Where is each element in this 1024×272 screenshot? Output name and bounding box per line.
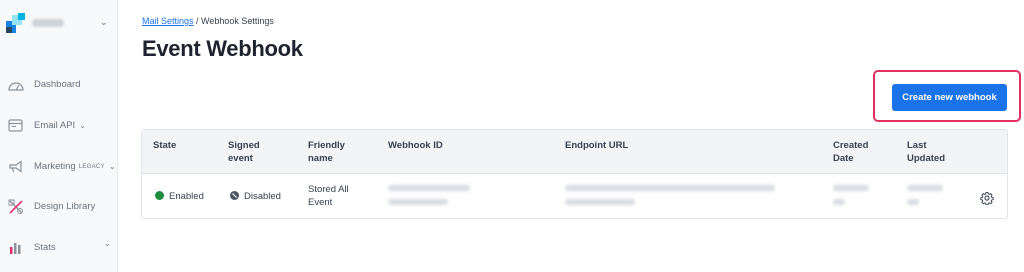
breadcrumb-current: Webhook Settings bbox=[201, 16, 274, 26]
account-name-redacted bbox=[32, 19, 64, 27]
design-library-icon bbox=[7, 198, 24, 215]
gauge-icon bbox=[7, 76, 24, 93]
column-header-signed-event: Signed event bbox=[228, 140, 260, 164]
chevron-down-icon: ⌄ bbox=[79, 121, 86, 130]
sidebar-item-email-api[interactable]: Email API ⌄ bbox=[7, 117, 86, 134]
breadcrumb-separator: / bbox=[193, 16, 202, 26]
sidebar-item-label: Marketing bbox=[34, 161, 76, 172]
webhook-table: State Signed event Friendly name Webhook… bbox=[141, 129, 1008, 219]
sidebar-item-dashboard[interactable]: Dashboard bbox=[7, 76, 80, 93]
page-title: Event Webhook bbox=[142, 36, 303, 61]
breadcrumb: Mail Settings / Webhook Settings bbox=[142, 16, 274, 26]
column-header-last-updated: Last Updated bbox=[907, 140, 945, 164]
column-header-created-date: Created Date bbox=[833, 140, 869, 164]
column-header-state: State bbox=[153, 140, 177, 151]
state-cell: Enabled bbox=[155, 190, 204, 203]
legacy-badge: LEGACY bbox=[78, 163, 105, 170]
friendly-name-cell: Stored All Event bbox=[308, 184, 349, 208]
chevron-down-icon: ⌄ bbox=[108, 162, 116, 171]
sidebar-item-label: Stats bbox=[34, 242, 56, 253]
sidebar-item-label: Design Library bbox=[34, 201, 96, 212]
sidebar-item-label: Email API bbox=[34, 120, 76, 131]
state-value: Enabled bbox=[169, 191, 204, 202]
status-dot-enabled bbox=[155, 191, 164, 200]
status-dot-disabled bbox=[230, 191, 239, 200]
brand-logo bbox=[6, 13, 26, 33]
signed-event-cell: Disabled bbox=[230, 190, 281, 203]
chevron-down-icon[interactable]: ⌄ bbox=[100, 17, 108, 28]
megaphone-icon bbox=[7, 158, 24, 175]
sidebar-item-stats[interactable]: Stats bbox=[7, 239, 56, 256]
email-api-icon bbox=[7, 117, 24, 134]
table-header: State Signed event Friendly name Webhook… bbox=[142, 130, 1007, 174]
breadcrumb-link-mail-settings[interactable]: Mail Settings bbox=[142, 16, 194, 26]
column-header-endpoint-url: Endpoint URL bbox=[565, 140, 629, 151]
chevron-down-icon[interactable]: ⌄ bbox=[104, 239, 111, 248]
signed-value: Disabled bbox=[244, 191, 281, 202]
bar-chart-icon bbox=[7, 239, 24, 256]
gear-icon[interactable] bbox=[980, 191, 994, 206]
sidebar-item-design-library[interactable]: Design Library bbox=[7, 198, 95, 215]
sidebar: ⌄ Dashboard Email API ⌄ Marketing LEGACY… bbox=[0, 0, 118, 272]
account-switcher[interactable] bbox=[6, 13, 64, 33]
column-header-webhook-id: Webhook ID bbox=[388, 140, 443, 151]
sidebar-item-label: Dashboard bbox=[34, 79, 81, 90]
create-webhook-button[interactable]: Create new webhook bbox=[892, 84, 1007, 111]
sidebar-item-marketing[interactable]: Marketing LEGACY ⌄ bbox=[7, 158, 116, 175]
column-header-friendly-name: Friendly name bbox=[308, 140, 345, 164]
